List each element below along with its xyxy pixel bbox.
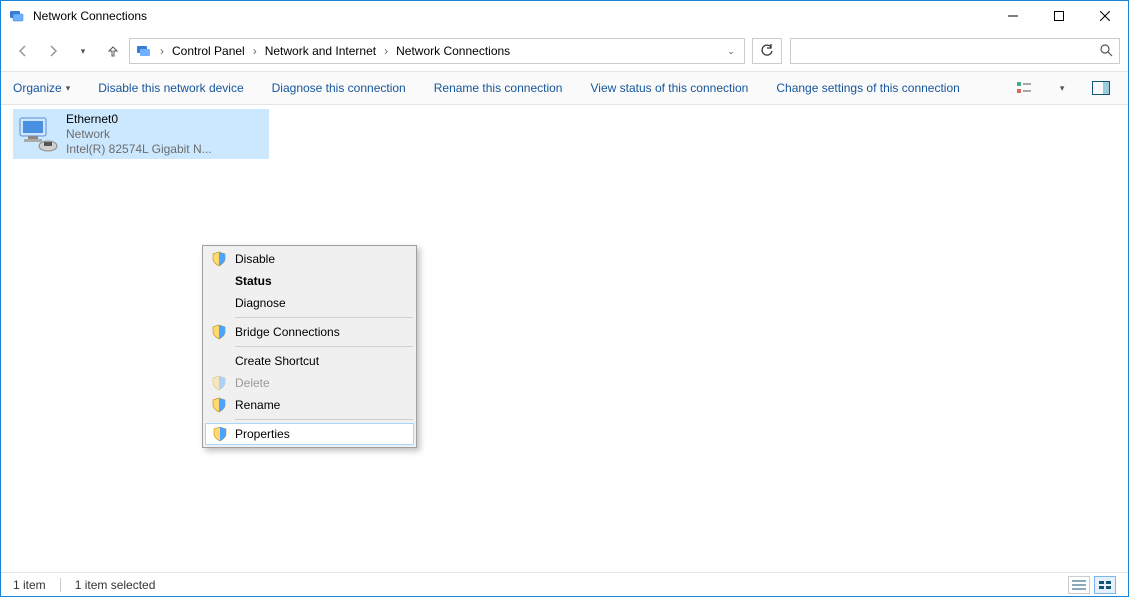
separator [235, 419, 413, 420]
up-button[interactable] [99, 37, 127, 65]
chevron-right-icon[interactable]: › [156, 44, 168, 58]
forward-button[interactable] [39, 37, 67, 65]
ctx-rename[interactable]: Rename [205, 394, 414, 416]
breadcrumb-control-panel[interactable]: Control Panel [168, 39, 249, 63]
shield-icon [212, 426, 228, 442]
adapter-status: Network [66, 127, 212, 142]
ctx-properties[interactable]: Properties [205, 423, 414, 445]
refresh-button[interactable] [752, 38, 782, 64]
organize-button[interactable]: Organize ▾ [13, 81, 70, 95]
shield-icon [211, 324, 227, 340]
chevron-down-icon: ▾ [66, 83, 71, 94]
ctx-status[interactable]: Status [205, 270, 414, 292]
shield-icon [211, 251, 227, 267]
minimize-button[interactable] [990, 1, 1036, 31]
chevron-right-icon[interactable]: › [380, 44, 392, 58]
breadcrumb-network-internet[interactable]: Network and Internet [261, 39, 380, 63]
maximize-button[interactable] [1036, 1, 1082, 31]
close-button[interactable] [1082, 1, 1128, 31]
ctx-disable[interactable]: Disable [205, 248, 414, 270]
status-bar: 1 item 1 item selected [1, 572, 1128, 596]
preview-pane-button[interactable] [1092, 78, 1110, 98]
adapter-text: Ethernet0 Network Intel(R) 82574L Gigabi… [66, 112, 212, 156]
shield-icon [211, 375, 227, 391]
separator [60, 578, 61, 592]
search-icon [1099, 43, 1113, 60]
command-bar: Organize ▾ Disable this network device D… [1, 71, 1128, 105]
separator [235, 317, 413, 318]
adapter-name: Ethernet0 [66, 112, 212, 127]
view-options-button[interactable] [1016, 78, 1032, 98]
titlebar: Network Connections [1, 1, 1128, 31]
diagnose-connection-button[interactable]: Diagnose this connection [272, 81, 406, 95]
back-button[interactable] [9, 37, 37, 65]
address-dropdown-button[interactable]: ⌄ [720, 39, 742, 63]
app-icon [9, 8, 25, 24]
address-wrap: › Control Panel › Network and Internet ›… [129, 38, 1120, 64]
window: Network Connections ▾ › Control Panel › … [0, 0, 1129, 597]
search-input[interactable] [790, 38, 1120, 64]
window-buttons [990, 1, 1128, 31]
view-switcher [1068, 576, 1116, 594]
ctx-diagnose[interactable]: Diagnose [205, 292, 414, 314]
large-icons-view-button[interactable] [1094, 576, 1116, 594]
change-settings-button[interactable]: Change settings of this connection [776, 81, 959, 95]
adapter-device: Intel(R) 82574L Gigabit N... [66, 142, 212, 156]
window-title: Network Connections [33, 9, 990, 23]
view-status-button[interactable]: View status of this connection [590, 81, 748, 95]
adapter-icon [16, 112, 60, 156]
ctx-bridge[interactable]: Bridge Connections [205, 321, 414, 343]
navbar: ▾ › Control Panel › Network and Internet… [1, 31, 1128, 71]
rename-connection-button[interactable]: Rename this connection [434, 81, 563, 95]
status-selected-count: 1 item selected [75, 578, 156, 592]
view-options-dropdown[interactable]: ▾ [1060, 83, 1065, 94]
address-icon [132, 39, 156, 63]
shield-icon [211, 397, 227, 413]
content-area[interactable]: Ethernet0 Network Intel(R) 82574L Gigabi… [1, 105, 1128, 572]
adapter-item-ethernet0[interactable]: Ethernet0 Network Intel(R) 82574L Gigabi… [13, 109, 269, 159]
recent-locations-button[interactable]: ▾ [69, 37, 97, 65]
ctx-create-shortcut[interactable]: Create Shortcut [205, 350, 414, 372]
chevron-right-icon[interactable]: › [249, 44, 261, 58]
ctx-delete: Delete [205, 372, 414, 394]
status-item-count: 1 item [13, 578, 46, 592]
separator [235, 346, 413, 347]
context-menu: Disable Status Diagnose Bridge Connectio… [202, 245, 417, 448]
breadcrumb-network-connections[interactable]: Network Connections [392, 39, 514, 63]
details-view-button[interactable] [1068, 576, 1090, 594]
disable-device-button[interactable]: Disable this network device [98, 81, 243, 95]
address-bar[interactable]: › Control Panel › Network and Internet ›… [129, 38, 745, 64]
